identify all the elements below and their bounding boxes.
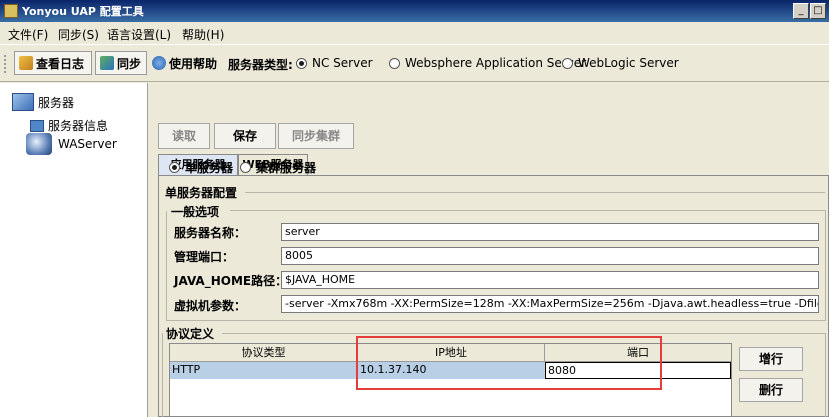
radio-indicator [240,162,251,173]
log-icon [19,56,33,70]
radio-single-server-label: 单服务器 [185,161,234,175]
toolbar: 查看日志 同步 使用帮助 服务器类型: NC Server Websphere … [0,44,829,82]
view-log-button[interactable]: 查看日志 [14,51,92,75]
radio-websphere[interactable]: Websphere Application Server [389,56,586,70]
java-home-label: JAVA_HOME路径： [174,274,288,288]
app-icon [4,4,18,18]
menu-help[interactable]: 帮助(H) [182,26,224,43]
tree-node-label: WAServer [58,137,117,151]
radio-nc-server-label: NC Server [312,56,373,70]
toolbar-grip[interactable] [4,55,10,73]
radio-cluster-server-label: 集群服务器 [256,161,317,175]
window-title: Yonyou UAP 配置工具 [22,5,144,18]
radio-selected-indicator [169,162,180,173]
maximize-button[interactable]: □ [810,3,826,19]
sync-button[interactable]: 同步 [95,51,147,75]
vm-args-label: 虚拟机参数： [174,299,247,313]
section-single-server-config: 单服务器配置 [165,186,238,200]
radio-weblogic-label: WebLogic Server [578,56,679,70]
menu-file[interactable]: 文件(F) [8,26,48,43]
add-row-button[interactable]: 增行 [739,347,803,371]
waserver-icon [26,133,52,155]
tree-node-server-info[interactable]: 服务器信息 [30,117,108,134]
tree-node-servers[interactable]: 服务器 [12,93,74,111]
java-home-field[interactable]: $JAVA_HOME [281,271,819,289]
admin-port-label: 管理端口： [174,250,235,264]
section-divider [245,192,825,193]
tree-node-waserver[interactable]: WAServer [26,133,117,155]
radio-websphere-label: Websphere Application Server [405,56,587,70]
radio-indicator [389,57,400,69]
admin-port-field[interactable]: 8005 [281,247,819,265]
minimize-button[interactable]: _ [793,3,809,19]
monitor-icon [30,119,44,132]
server-type-label: 服务器类型: [228,58,293,72]
menu-bar: 文件(F) 同步(S) 语言设置(L) 帮助(H) [0,22,829,44]
table-cell-protocol[interactable]: HTTP [170,362,358,379]
tree-node-label: 服务器 [38,95,75,110]
help-icon [152,56,166,70]
radio-cluster-server-row[interactable]: 集群服务器 [240,159,316,176]
radio-weblogic[interactable]: WebLogic Server [562,56,679,70]
radio-nc-server[interactable]: NC Server [296,56,373,70]
save-button[interactable]: 保存 [214,123,276,149]
delete-row-button[interactable]: 删行 [739,378,803,402]
highlight-annotation [356,336,662,390]
use-help-label: 使用帮助 [169,56,218,71]
column-header-protocol-type[interactable]: 协议类型 [170,344,358,362]
tree-node-label: 服务器信息 [48,119,109,133]
view-log-label: 查看日志 [36,56,85,71]
server-group-icon [12,93,34,111]
radio-single-server-row[interactable]: 单服务器 [169,159,233,176]
menu-language[interactable]: 语言设置(L) [107,26,171,43]
use-help-button[interactable]: 使用帮助 [150,51,226,75]
server-name-label: 服务器名称： [174,226,247,240]
server-tree: 服务器 服务器信息 WAServer [0,83,148,417]
server-name-field[interactable]: server [281,223,819,241]
read-button[interactable]: 读取 [158,123,210,149]
radio-selected-indicator [296,57,307,69]
menu-sync[interactable]: 同步(S) [58,26,99,43]
sync-cluster-button[interactable]: 同步集群 [278,123,354,149]
sync-label: 同步 [117,56,142,71]
title-bar: Yonyou UAP 配置工具 _ □ [0,0,829,22]
sync-icon [100,56,114,70]
group-top-line [230,210,826,211]
radio-indicator [562,57,573,69]
vm-args-field[interactable]: -server -Xmx768m -XX:PermSize=128m -XX:M… [281,295,819,313]
